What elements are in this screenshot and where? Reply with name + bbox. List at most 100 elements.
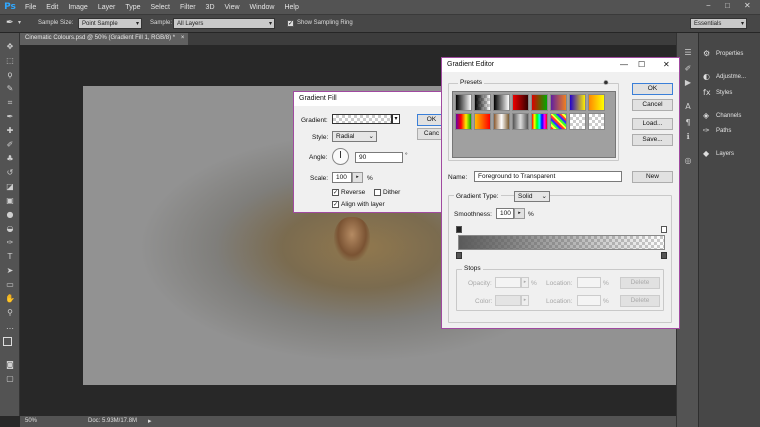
eyedropper-tool-icon[interactable]: ✒ (6, 18, 14, 28)
preset-blue-yellow[interactable] (569, 94, 586, 111)
opacity-stop-right[interactable] (661, 226, 667, 233)
angle-input[interactable]: 90 (355, 152, 403, 163)
sample-select[interactable]: All Layers (173, 18, 275, 29)
close-tab-icon[interactable]: × (181, 35, 185, 41)
pen-tool-icon[interactable]: ✑ (4, 237, 16, 248)
history-brush-icon[interactable]: ↺ (4, 167, 16, 178)
preset-fg-bg[interactable] (455, 94, 472, 111)
panel-styles[interactable]: fx Styles (703, 88, 732, 97)
actions-panel-icon[interactable]: ▶ (682, 77, 694, 88)
delete-color-stop-button[interactable]: Delete (620, 295, 660, 307)
menu-window[interactable]: Window (245, 4, 280, 11)
menu-layer[interactable]: Layer (93, 4, 121, 11)
gradient-name-input[interactable]: Foreground to Transparent (474, 171, 622, 182)
character-panel-icon[interactable]: A (682, 101, 694, 112)
move-tool-icon[interactable]: ✥ (4, 41, 16, 52)
angle-dial[interactable] (332, 148, 349, 165)
gradient-type-select[interactable]: Solid ⌄ (514, 191, 550, 202)
opacity-stop-left[interactable] (456, 226, 462, 233)
eyedropper-icon[interactable]: ✒ (4, 111, 16, 122)
panel-adjustments[interactable]: ◐ Adjustme... (703, 72, 746, 81)
panel-properties[interactable]: ⚙ Properties (703, 49, 743, 58)
preset-black-white[interactable] (493, 94, 510, 111)
preset-violet-orange[interactable] (550, 94, 567, 111)
eraser-tool-icon[interactable]: ◪ (4, 181, 16, 192)
quick-mask-icon[interactable]: ◙ (4, 359, 16, 370)
menu-filter[interactable]: Filter (175, 4, 201, 11)
menu-file[interactable]: File (20, 4, 41, 11)
zoom-level[interactable]: 50% (25, 418, 37, 424)
quick-select-tool-icon[interactable]: ✎ (4, 83, 16, 94)
maximize-dialog-icon[interactable]: ☐ (638, 60, 645, 69)
opacity-input[interactable] (495, 277, 521, 288)
gradient-editor-ok-button[interactable]: OK (632, 83, 673, 95)
zoom-tool-icon[interactable]: ⚲ (4, 307, 16, 318)
path-select-icon[interactable]: ➤ (4, 265, 16, 276)
preset-red[interactable] (512, 94, 529, 111)
close-dialog-icon[interactable]: ✕ (663, 60, 670, 69)
opacity-location-input[interactable] (577, 277, 601, 288)
close-window-button[interactable]: ✕ (744, 1, 751, 10)
scale-input[interactable]: 100 (332, 172, 352, 183)
workspace-select[interactable]: Essentials (690, 18, 747, 29)
preset-yellow-red[interactable] (474, 113, 491, 130)
preset-copper[interactable] (493, 113, 510, 130)
menu-view[interactable]: View (220, 4, 245, 11)
shape-tool-icon[interactable]: ▭ (4, 279, 16, 290)
scale-slider-arrow-icon[interactable]: ▸ (352, 172, 363, 183)
gradient-bar[interactable] (458, 235, 665, 250)
panel-channels[interactable]: ◈ Channels (703, 111, 741, 120)
new-button[interactable]: New (632, 171, 673, 183)
info-panel-icon[interactable]: ℹ (682, 131, 694, 142)
preset-red-green[interactable] (531, 94, 548, 111)
marquee-tool-icon[interactable]: ⬚ (4, 55, 16, 66)
gradient-preview-swatch[interactable] (332, 114, 392, 124)
delete-opacity-stop-button[interactable]: Delete (620, 277, 660, 289)
stop-color-arrow-icon[interactable]: ▸ (521, 295, 529, 306)
sample-size-select[interactable]: Point Sample (78, 18, 142, 29)
more-tools-icon[interactable]: … (4, 321, 16, 332)
menu-help[interactable]: Help (279, 4, 303, 11)
minimize-dialog-icon[interactable]: — (620, 60, 628, 69)
brush-panel-icon[interactable]: ✐ (682, 63, 694, 74)
maximize-button[interactable]: □ (725, 1, 730, 10)
preset-violet-green[interactable] (455, 113, 472, 130)
healing-brush-icon[interactable]: ✚ (4, 125, 16, 136)
dither-checkbox[interactable] (374, 189, 381, 196)
menu-edit[interactable]: Edit (41, 4, 63, 11)
minimize-button[interactable]: − (706, 1, 711, 10)
align-with-layer-checkbox[interactable]: ✓ (332, 201, 339, 208)
load-button[interactable]: Load... (632, 118, 673, 130)
color-stop-left[interactable] (456, 252, 462, 259)
clone-stamp-icon[interactable]: ♣ (4, 153, 16, 164)
status-arrow-icon[interactable]: ▸ (148, 417, 152, 425)
foreground-color-swatch[interactable] (3, 337, 12, 346)
menu-type[interactable]: Type (120, 4, 145, 11)
navigator-panel-icon[interactable]: ◎ (682, 155, 694, 166)
preset-transparent-rainbow[interactable] (550, 113, 567, 130)
gradient-dropdown-icon[interactable]: ▾ (392, 114, 400, 124)
reverse-checkbox[interactable]: ✓ (332, 189, 339, 196)
history-panel-icon[interactable]: ☰ (682, 47, 694, 58)
screen-mode-icon[interactable]: ▢ (4, 373, 16, 384)
presets-gear-icon[interactable]: ✹ (603, 79, 609, 87)
opacity-slider-arrow-icon[interactable]: ▸ (521, 277, 529, 288)
blur-tool-icon[interactable]: ● (4, 209, 16, 220)
preset-transparent-stripes[interactable] (569, 113, 586, 130)
menu-image[interactable]: Image (63, 4, 92, 11)
paint-bucket-icon[interactable]: ▣ (4, 195, 16, 206)
show-sampling-ring-checkbox[interactable]: ✓ (287, 20, 294, 27)
crop-tool-icon[interactable]: ⌗ (4, 97, 16, 108)
style-select[interactable]: Radial ⌄ (332, 131, 377, 142)
menu-select[interactable]: Select (146, 4, 175, 11)
gradient-editor-cancel-button[interactable]: Cancel (632, 99, 673, 111)
preset-transparent-stripes-2[interactable] (588, 113, 605, 130)
lasso-tool-icon[interactable]: ϙ (4, 69, 16, 80)
preset-orange-yellow[interactable] (588, 94, 605, 111)
hand-tool-icon[interactable]: ✋ (4, 293, 16, 304)
stop-color-swatch[interactable] (495, 295, 521, 306)
save-button[interactable]: Save... (632, 134, 673, 146)
preset-chrome[interactable] (512, 113, 529, 130)
color-stop-right[interactable] (661, 252, 667, 259)
dodge-tool-icon[interactable]: ◒ (4, 223, 16, 234)
